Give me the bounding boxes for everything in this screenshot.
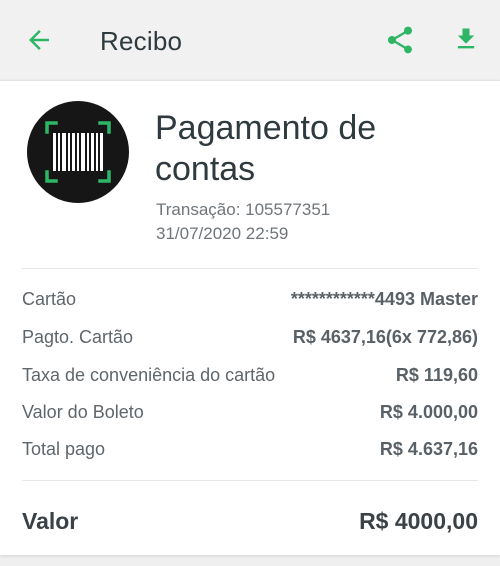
detail-value: R$ 4.637,16 — [379, 438, 478, 459]
divider — [22, 268, 478, 269]
top-app-bar: Recibo — [0, 0, 500, 80]
transaction-datetime: 31/07/2020 22:59 — [156, 224, 289, 243]
receipt-title: Pagamento de contas — [155, 109, 377, 188]
detail-value: R$ 119,60 — [395, 364, 478, 385]
detail-row-fee: Taxa de conveniência do cartão R$ 119,60 — [22, 363, 478, 387]
receipt-card: Pagamento de contas Transação: 105577351… — [0, 80, 500, 555]
detail-label: Valor do Boleto — [22, 401, 144, 422]
detail-value: ************4493 Master — [290, 288, 478, 309]
detail-value: R$ 4.000,00 — [379, 401, 478, 422]
total-value-amount: R$ 4000,00 — [359, 507, 478, 534]
detail-label: Taxa de conveniência do cartão — [22, 364, 276, 385]
download-button[interactable] — [452, 24, 480, 54]
detail-row-bill-value: Valor do Boleto R$ 4.000,00 — [22, 400, 478, 424]
barcode-scan-icon — [45, 121, 111, 183]
detail-row-card: Cartão ************4493 Master — [22, 287, 478, 311]
detail-label: Total pago — [22, 438, 106, 459]
back-button[interactable] — [24, 25, 54, 55]
total-value-row: Valor R$ 4000,00 — [22, 505, 478, 537]
divider — [22, 480, 478, 481]
page-title: Recibo — [100, 26, 183, 56]
share-icon — [388, 26, 412, 54]
detail-label: Pagto. Cartão — [22, 326, 134, 347]
share-button[interactable] — [384, 24, 416, 56]
detail-label: Cartão — [22, 288, 77, 309]
bill-payment-logo — [27, 101, 129, 203]
transaction-id: Transação: 105577351 — [156, 200, 331, 219]
total-value-label: Valor — [22, 507, 79, 534]
arrow-left-icon — [29, 30, 49, 50]
download-icon — [457, 28, 475, 49]
detail-value: R$ 4637,16(6x 772,86) — [292, 326, 478, 347]
detail-row-card-payment: Pagto. Cartão R$ 4637,16(6x 772,86) — [22, 325, 478, 349]
detail-row-total-paid: Total pago R$ 4.637,16 — [22, 437, 478, 461]
